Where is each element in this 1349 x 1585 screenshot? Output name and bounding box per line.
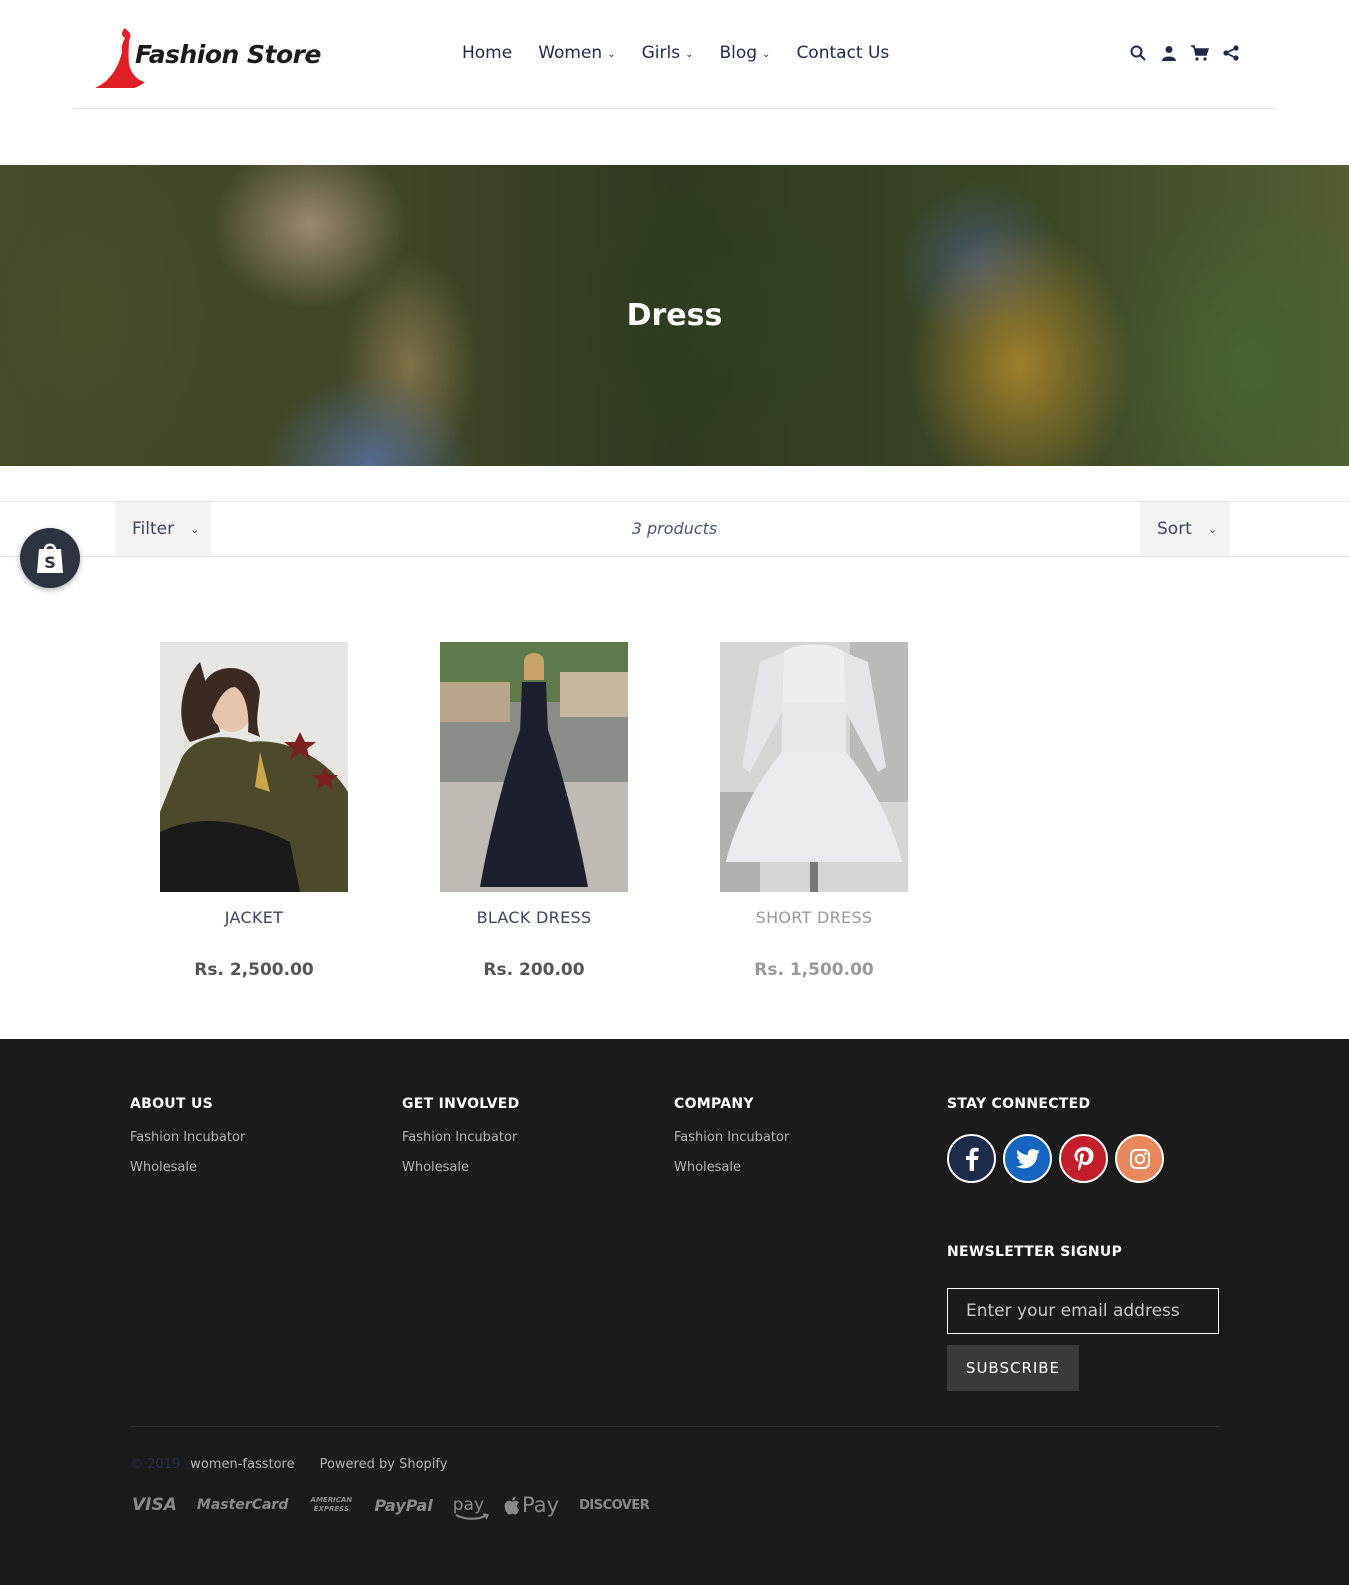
product-image[interactable] (160, 642, 348, 892)
nav-label: Contact Us (796, 43, 890, 63)
footer-link[interactable]: Wholesale (130, 1160, 245, 1175)
subscribe-button[interactable]: SUBSCRIBE (947, 1345, 1079, 1391)
amex-icon: AMERICAN EXPRESS (310, 1496, 353, 1513)
footer-link[interactable]: Fashion Incubator (674, 1130, 789, 1145)
copyright: © 2019 women-fasstore Powered by Shopify (130, 1457, 447, 1472)
chevron-down-icon: ⌄ (607, 49, 616, 60)
twitter-icon[interactable] (1003, 1134, 1052, 1183)
discover-icon: DISCOVER (579, 1497, 650, 1513)
product-image[interactable] (720, 642, 908, 892)
instagram-icon[interactable] (1115, 1134, 1164, 1183)
shopify-bag-icon[interactable]: S (20, 528, 80, 588)
sort-dropdown[interactable]: Sort ⌄ (1140, 502, 1230, 556)
visa-icon: VISA (132, 1495, 177, 1515)
nav-label: Home (462, 43, 513, 63)
facebook-icon[interactable] (947, 1134, 996, 1183)
powered-by-link[interactable]: Powered by Shopify (320, 1457, 448, 1472)
footer-column-about: ABOUT US Fashion Incubator Wholesale (130, 1096, 245, 1175)
cart-icon[interactable] (1191, 44, 1209, 62)
product-card[interactable]: SHORT DRESS Rs. 1,500.00 (720, 642, 908, 980)
product-title[interactable]: SHORT DRESS (720, 908, 908, 927)
nav-label: Women (538, 43, 603, 63)
nav-item-blog[interactable]: Blog ⌄ (719, 43, 770, 63)
footer-link[interactable]: Wholesale (402, 1160, 520, 1175)
store-name-link[interactable]: women-fasstore (190, 1457, 294, 1472)
store-logo[interactable]: Fashion Store (95, 24, 321, 92)
apple-pay-icon: Pay (504, 1493, 559, 1517)
search-icon[interactable] (1129, 44, 1147, 62)
site-header: Fashion Store Home Women ⌄ Girls ⌄ Blog ⌄ C… (73, 0, 1276, 109)
header-icons (1129, 44, 1240, 62)
nav-label: Girls (641, 43, 681, 63)
product-price: Rs. 2,500.00 (194, 960, 314, 980)
footer-divider (130, 1426, 1219, 1427)
nav-item-women[interactable]: Women ⌄ (538, 43, 615, 63)
social-links (947, 1134, 1164, 1183)
apple-pay-label: Pay (522, 1493, 560, 1517)
nav-item-home[interactable]: Home (462, 43, 512, 63)
nav-label: Blog (719, 43, 758, 63)
footer-column-company: COMPANY Fashion Incubator Wholesale (674, 1096, 789, 1175)
product-price: Rs. 1,500.00 (754, 960, 874, 980)
paypal-icon: PayPal (374, 1495, 433, 1515)
mastercard-icon: MasterCard (196, 1497, 289, 1513)
chevron-down-icon: ⌄ (1207, 522, 1218, 536)
footer-column-title: GET INVOLVED (402, 1096, 520, 1112)
footer-column-title: STAY CONNECTED (947, 1096, 1091, 1112)
product-title[interactable]: JACKET (160, 908, 348, 927)
account-icon[interactable] (1160, 44, 1178, 62)
amazon-pay-label: pay (452, 1495, 485, 1515)
product-title[interactable]: BLACK DRESS (440, 908, 628, 927)
product-card[interactable]: BLACK DRESS Rs. 200.00 (440, 642, 628, 980)
nav-item-girls[interactable]: Girls ⌄ (642, 43, 694, 63)
footer-column-stay-connected: STAY CONNECTED (947, 1096, 1164, 1183)
product-card[interactable]: JACKET Rs. 2,500.00 (160, 642, 348, 980)
share-icon[interactable] (1222, 44, 1240, 62)
footer-column-title: ABOUT US (130, 1096, 214, 1112)
nav-item-contact[interactable]: Contact Us (796, 43, 889, 63)
pinterest-icon[interactable] (1059, 1134, 1108, 1183)
footer-link[interactable]: Wholesale (674, 1160, 789, 1175)
site-footer: ABOUT US Fashion Incubator Wholesale GET… (0, 1039, 1349, 1585)
sort-label: Sort (1157, 519, 1192, 539)
chevron-down-icon: ⌄ (762, 49, 771, 60)
footer-column-get-involved: GET INVOLVED Fashion Incubator Wholesale (402, 1096, 520, 1175)
amazon-pay-icon: pay (452, 1495, 489, 1520)
product-image[interactable] (440, 642, 628, 892)
chevron-down-icon: ⌄ (685, 49, 694, 60)
payment-icons: VISA MasterCard AMERICAN EXPRESS PayPal … (132, 1493, 650, 1520)
main-nav: Home Women ⌄ Girls ⌄ Blog ⌄ Contact Us (462, 43, 915, 63)
logo-text: Fashion Store (135, 40, 321, 69)
footer-link[interactable]: Fashion Incubator (402, 1130, 520, 1145)
newsletter-email-input[interactable] (947, 1288, 1219, 1334)
collection-toolbar: Filter ⌄ 3 products Sort ⌄ (0, 501, 1349, 557)
copyright-year: © 2019 (130, 1457, 181, 1472)
newsletter-title: NEWSLETTER SIGNUP (947, 1244, 1123, 1260)
collection-title: Dress (626, 298, 723, 333)
footer-link[interactable]: Fashion Incubator (130, 1130, 245, 1145)
footer-column-title: COMPANY (674, 1096, 754, 1112)
product-price: Rs. 200.00 (483, 960, 585, 980)
collection-hero-image: Dress (0, 165, 1349, 466)
svg-text:S: S (44, 553, 56, 572)
